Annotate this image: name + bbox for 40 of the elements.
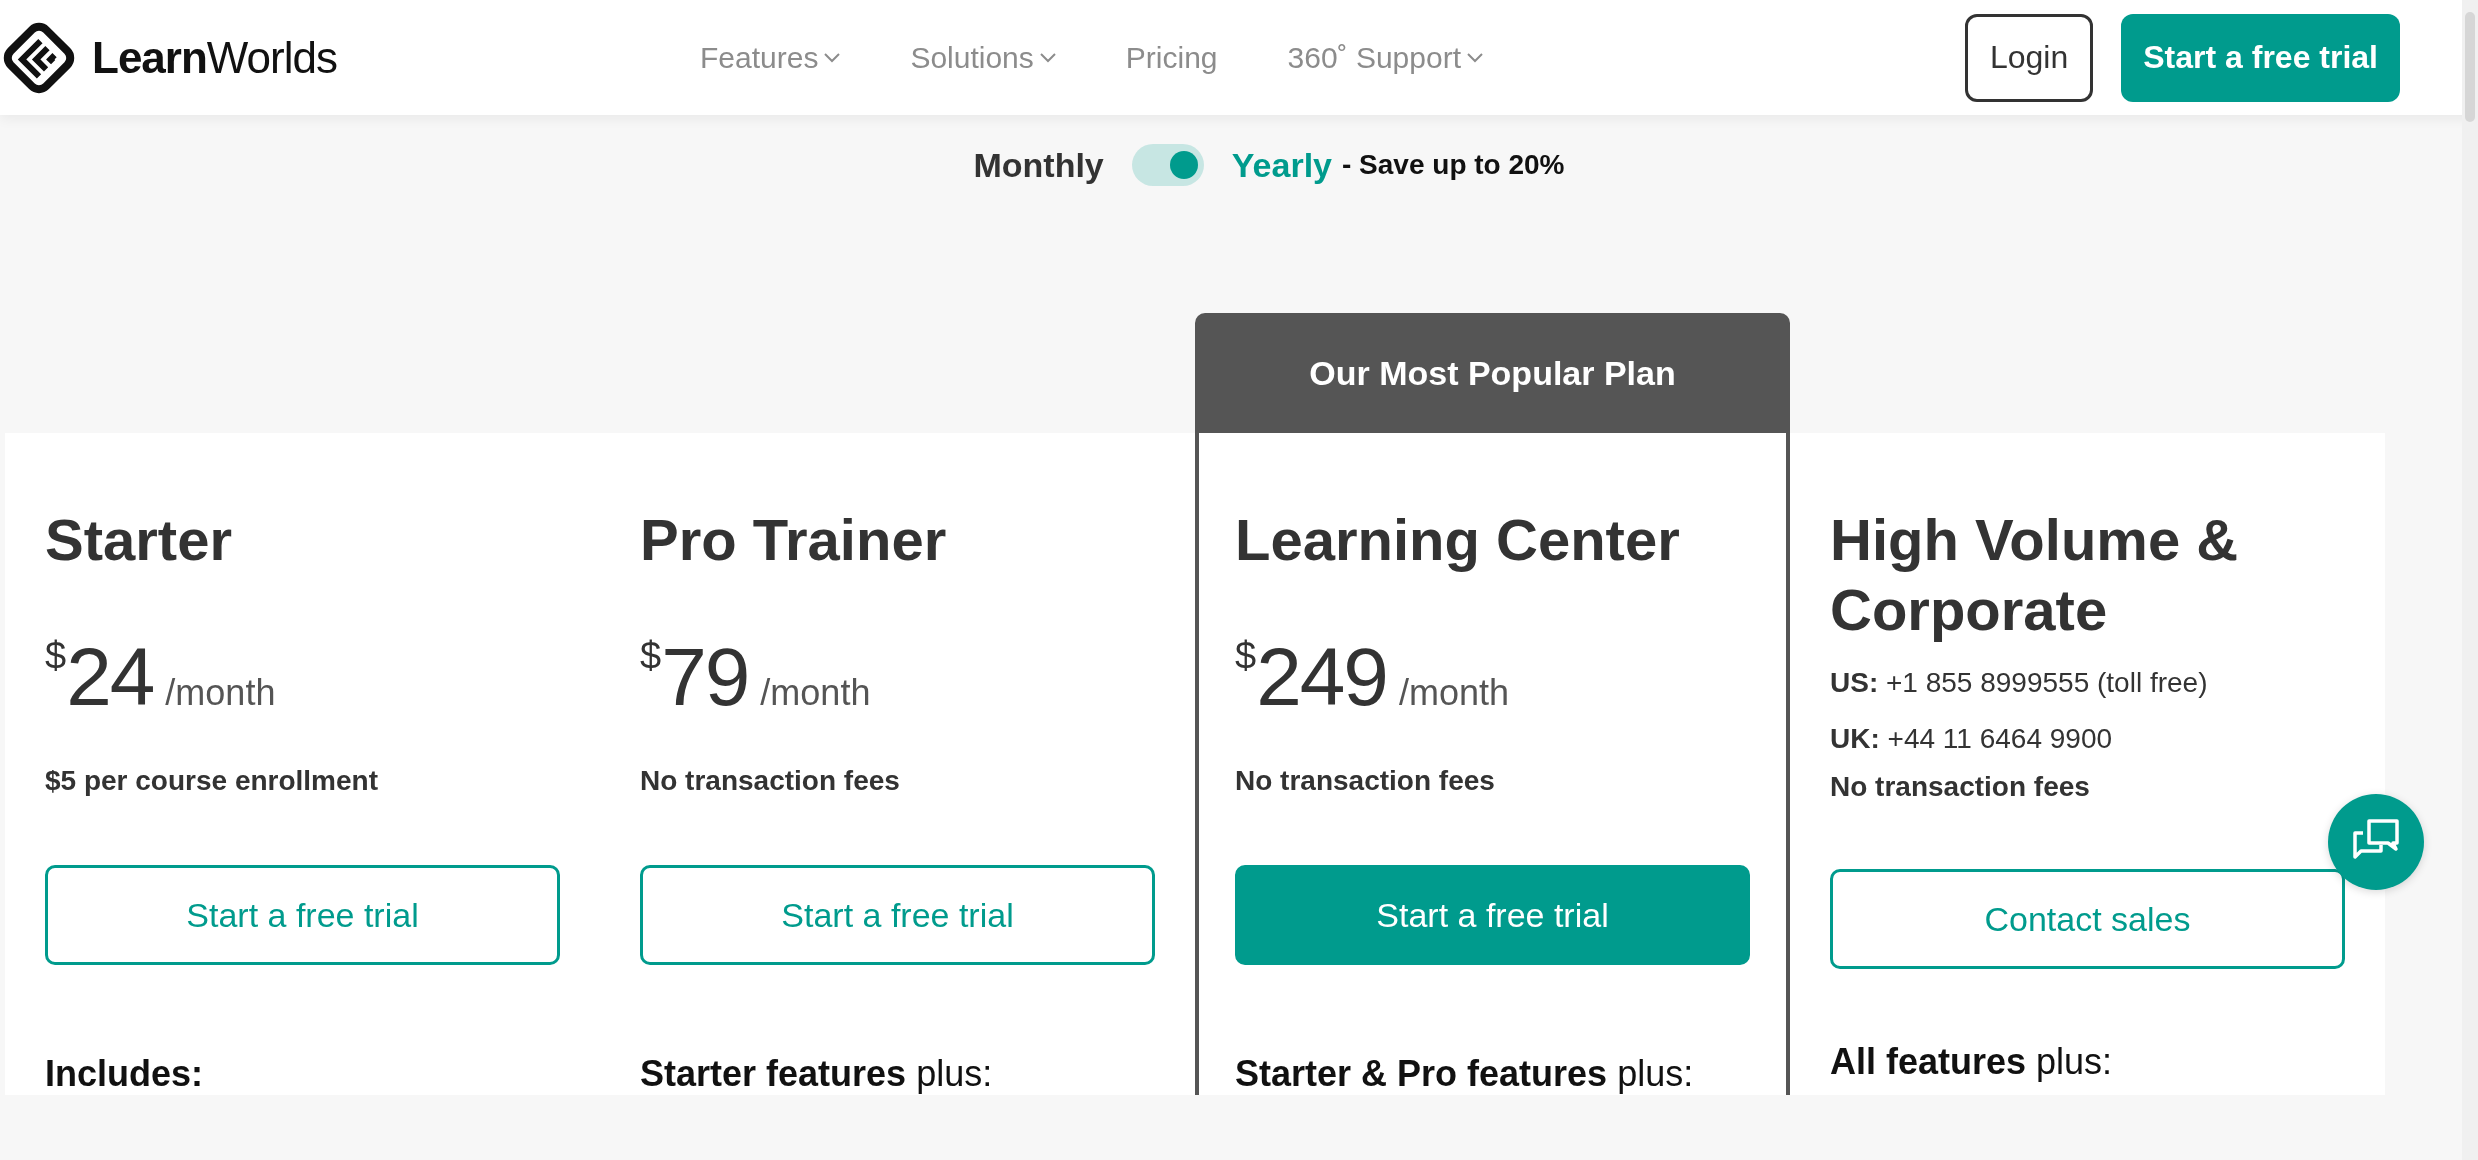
nav-link[interactable]: Solutions	[910, 40, 1056, 75]
logo-text[interactable]: LearnWorlds	[92, 32, 337, 83]
billing-option[interactable]: Yearly	[1231, 145, 1332, 185]
plan-title: Learning Center	[1235, 506, 1681, 574]
billing-toggle[interactable]	[1131, 144, 1204, 186]
popular-plan-banner: Our Most Popular Plan	[1195, 313, 1790, 433]
free-trial-button[interactable]: Start a free trial	[1235, 865, 1750, 965]
nav-link[interactable]: Features	[700, 40, 841, 75]
free-trial-button[interactable]: Start a free trial	[640, 865, 1155, 965]
free-trial-button[interactable]: Start a free trial	[45, 865, 560, 965]
currency-sign: $	[640, 635, 662, 677]
free-trial-button[interactable]: Start a free trial	[2121, 13, 2400, 102]
price-amount: 24	[66, 631, 154, 723]
nav-link[interactable]: 360˚ Support	[1287, 40, 1483, 75]
features-heading: All features plus:	[1830, 1041, 2114, 1083]
features-heading: Starter features plus:	[640, 1053, 994, 1095]
nav-link[interactable]: Pricing	[1125, 40, 1218, 75]
plan-title: Starter	[45, 506, 233, 574]
billing-option[interactable]: Monthly	[973, 145, 1104, 185]
phone-number: US: +1 855 8999555 (toll free)	[1830, 666, 2209, 700]
plan-title: Pro Trainer	[640, 506, 948, 574]
contact-sales-button[interactable]: Contact sales	[1830, 869, 2345, 969]
savings-note: - Save up to 20%	[1342, 149, 1565, 181]
price-period: /month	[165, 672, 276, 714]
currency-sign: $	[45, 635, 67, 677]
plan-title: High Volume & Corporate	[1830, 506, 2240, 644]
phone-number: UK: +44 11 6464 9900	[1830, 722, 2114, 756]
features-heading: Includes:	[45, 1053, 205, 1095]
plan-note: No transaction fees	[640, 765, 901, 797]
currency-sign: $	[1235, 635, 1257, 677]
plan-note: No transaction fees	[1235, 765, 1496, 797]
price-amount: 249	[1256, 631, 1387, 723]
price-period: /month	[760, 672, 871, 714]
plan-note: No transaction fees	[1830, 770, 2091, 804]
login-button[interactable]: Login	[1964, 13, 2094, 102]
price-period: /month	[1398, 672, 1510, 714]
features-heading: Starter & Pro features plus:	[1235, 1053, 1695, 1095]
price-amount: 79	[661, 631, 749, 723]
plan-note: $5 per course enrollment	[45, 765, 379, 797]
chat-button[interactable]	[2328, 794, 2424, 890]
